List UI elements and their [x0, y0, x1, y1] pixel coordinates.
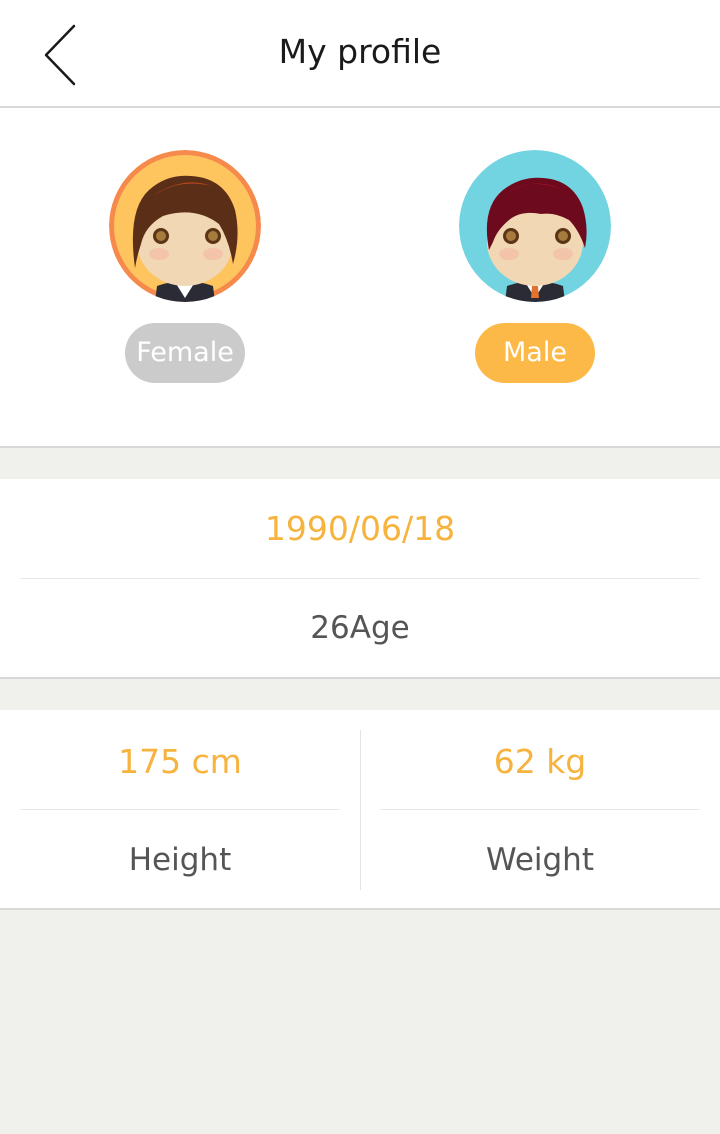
male-button[interactable]: Male [475, 323, 595, 383]
birth-date-picker[interactable]: 1990/06/18 [0, 509, 720, 548]
page-title: My profile [278, 32, 442, 71]
divider [20, 578, 700, 579]
measurements-section: 175 cm Height 62 kg Weight [0, 710, 720, 910]
male-avatar[interactable] [459, 150, 611, 302]
male-avatar-icon [459, 150, 611, 302]
divider [380, 809, 700, 810]
weight-value[interactable]: 62 kg [360, 742, 720, 781]
birth-section: 1990/06/18 26Age [0, 479, 720, 679]
height-label: Height [128, 842, 232, 878]
age-text: 26Age [310, 610, 410, 646]
female-button[interactable]: Female [125, 323, 245, 383]
weight-column: 62 kg Weight [360, 710, 720, 910]
gender-selector: Female Male [0, 108, 720, 448]
female-avatar-icon [109, 150, 261, 302]
height-column: 175 cm Height [0, 710, 360, 910]
weight-label: Weight [485, 842, 594, 878]
height-value[interactable]: 175 cm [0, 742, 360, 781]
divider [20, 809, 340, 810]
app-header: My profile [0, 0, 720, 108]
female-avatar[interactable] [109, 150, 261, 302]
